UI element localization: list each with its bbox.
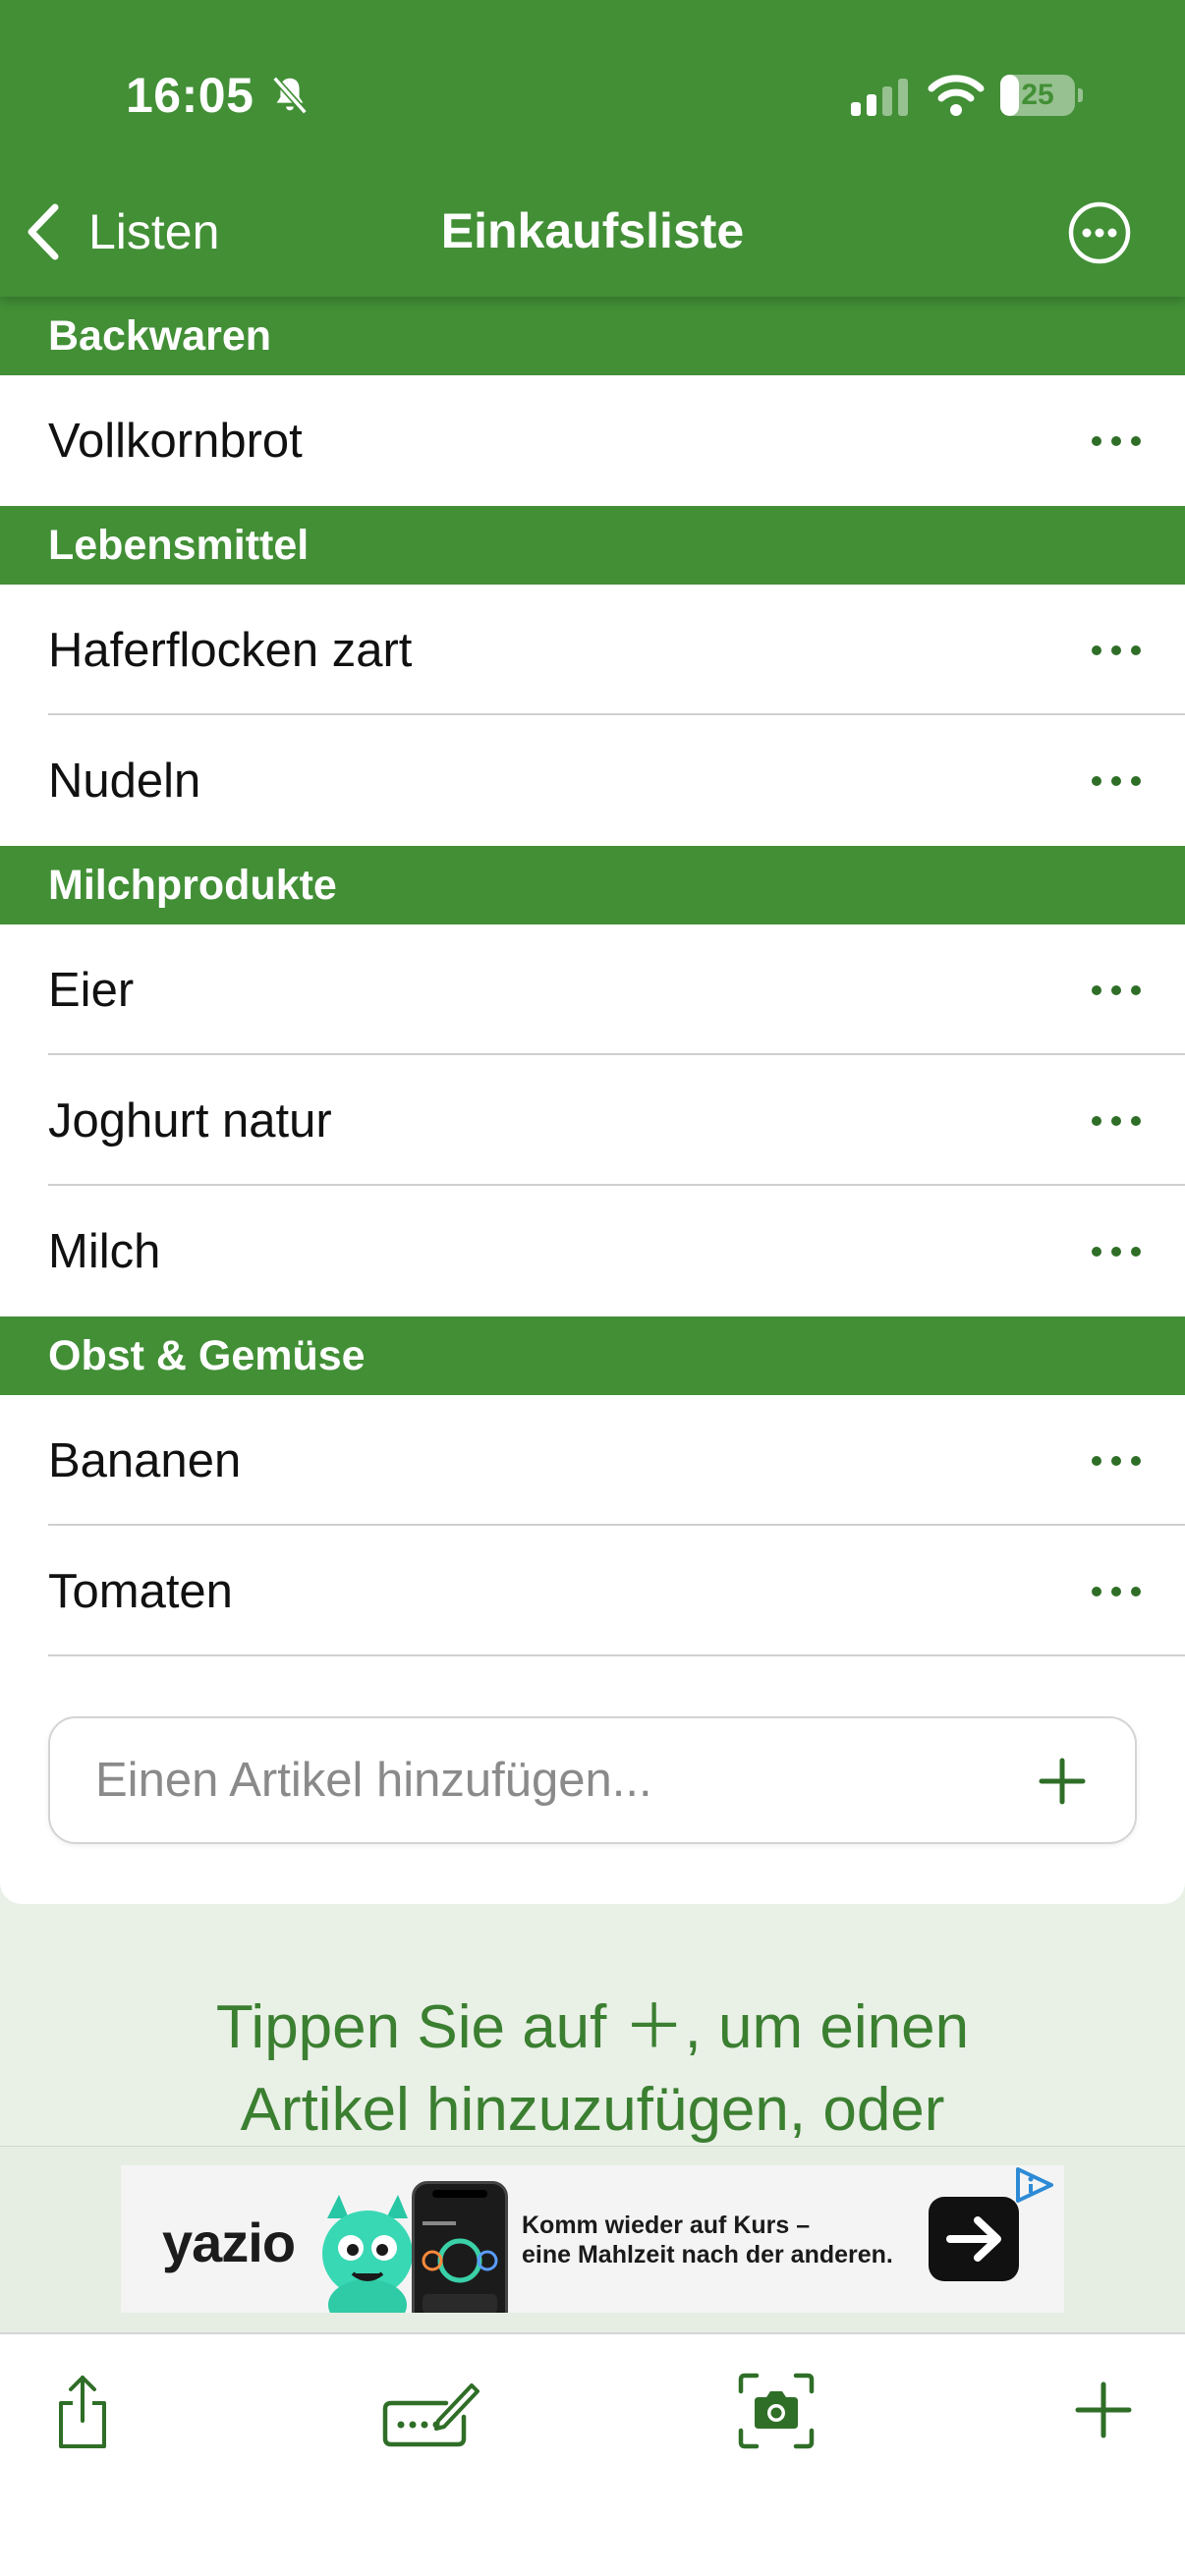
list-item[interactable]: Joghurt natur <box>0 1055 1185 1186</box>
add-item-field[interactable] <box>48 1716 1137 1844</box>
ellipsis-icon[interactable] <box>1089 420 1144 463</box>
list-item[interactable]: Eier <box>0 924 1185 1055</box>
ellipsis-icon[interactable] <box>1089 759 1144 803</box>
item-label: Milch <box>48 1224 161 1278</box>
battery-tip <box>1078 88 1083 102</box>
ellipsis-icon[interactable] <box>1089 1439 1144 1483</box>
ad-brand: yazio <box>162 2212 296 2273</box>
ellipsis-icon[interactable] <box>1089 629 1144 672</box>
ad-choices-icon[interactable] <box>1012 2165 1057 2205</box>
item-label: Bananen <box>48 1433 242 1487</box>
section-header-milchprodukte: Milchprodukte <box>0 846 1185 924</box>
list-item[interactable]: Vollkornbrot <box>0 375 1185 506</box>
ellipsis-icon[interactable] <box>1089 1570 1144 1613</box>
ad-text-line-1: Komm wieder auf Kurs – <box>522 2212 811 2239</box>
mascot-icon <box>322 2195 413 2313</box>
list-item[interactable]: Milch <box>0 1186 1185 1316</box>
list-item[interactable]: Bananen <box>0 1395 1185 1526</box>
bell-slash-icon <box>272 76 308 115</box>
arrow-right-icon <box>946 2216 1001 2262</box>
list-item[interactable]: Haferflocken zart <box>0 585 1185 715</box>
keyboard-pen-icon[interactable] <box>381 2378 480 2448</box>
status-time: 16:05 <box>126 68 254 123</box>
hint-line-1: Tippen Sie auf ＋, um einen <box>215 1993 970 2061</box>
phone-image <box>412 2181 508 2313</box>
ad-text: Komm wieder auf Kurs – eine Mahlzeit nac… <box>522 2211 915 2269</box>
hint-line-2: Artikel hinzuzufügen, oder <box>240 2076 945 2144</box>
page-title: Einkaufsliste <box>440 203 745 258</box>
ad-banner[interactable]: yazio Komm wieder auf Kurs – eine Mahlze… <box>121 2165 1064 2313</box>
plus-icon[interactable] <box>1039 1758 1086 1805</box>
add-item-input[interactable] <box>95 1718 980 1842</box>
ellipsis-icon[interactable] <box>1089 1099 1144 1143</box>
ad-text-line-2: eine Mahlzeit nach der anderen. <box>522 2241 893 2268</box>
item-label: Vollkornbrot <box>48 414 303 468</box>
ad-arrow-button[interactable] <box>929 2197 1019 2281</box>
cellular-signal-icon <box>851 79 908 116</box>
shopping-list-screen: 16:05 25 Listen Einkaufsliste Backwaren … <box>0 0 1185 2576</box>
section-header-obst-gemuese: Obst & Gemüse <box>0 1316 1185 1395</box>
wifi-icon <box>928 75 985 116</box>
ellipsis-icon[interactable] <box>1089 969 1144 1012</box>
navigation-header: 16:05 25 Listen Einkaufsliste <box>0 0 1185 297</box>
section-header-lebensmittel: Lebensmittel <box>0 506 1185 585</box>
bottom-toolbar <box>0 2332 1185 2576</box>
app-screenshot-icon <box>422 2190 498 2313</box>
list-item[interactable]: Nudeln <box>0 715 1185 846</box>
empty-hint-text: Tippen Sie auf ＋, um einen Artikel hinzu… <box>0 1987 1185 2152</box>
section-header-backwaren: Backwaren <box>0 297 1185 375</box>
battery-percent: 25 <box>1021 79 1054 111</box>
item-label: Joghurt natur <box>48 1093 332 1148</box>
item-label: Tomaten <box>48 1564 233 1618</box>
plus-icon[interactable] <box>1075 2381 1132 2438</box>
battery-icon: 25 <box>1000 75 1083 116</box>
item-label: Haferflocken zart <box>48 623 413 677</box>
ellipsis-icon[interactable] <box>1089 1230 1144 1273</box>
item-label: Eier <box>48 963 135 1017</box>
camera-scan-icon[interactable] <box>737 2372 816 2450</box>
list-item[interactable]: Tomaten <box>0 1526 1185 1656</box>
ellipsis-circle-icon[interactable] <box>1067 200 1132 265</box>
row-divider <box>48 1654 1185 1656</box>
share-icon[interactable] <box>53 2374 112 2450</box>
item-label: Nudeln <box>48 754 201 808</box>
